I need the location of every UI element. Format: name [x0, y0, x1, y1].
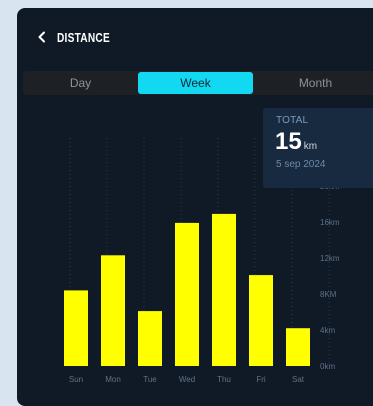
x-tick-label: Fri	[256, 375, 266, 384]
bar-thu[interactable]	[212, 213, 236, 366]
x-tick-label: Sat	[292, 375, 305, 384]
bar-fri[interactable]	[249, 275, 273, 366]
bar-sun[interactable]	[64, 290, 88, 366]
total-number: 15	[275, 128, 302, 155]
total-value: 15 km	[275, 128, 317, 156]
distance-bar-chart: SunMonTueWedThuFriSat0km4km8KM12km16km20…	[64, 138, 340, 384]
total-summary: TOTAL 15 km 5 sep 2024	[263, 108, 373, 188]
bar-sat[interactable]	[286, 328, 310, 366]
x-tick-label: Wed	[179, 375, 195, 384]
y-tick-label: 16km	[320, 218, 340, 227]
y-tick-label: 0km	[320, 362, 335, 371]
bar-wed[interactable]	[175, 222, 199, 366]
x-tick-label: Sun	[69, 375, 83, 384]
y-tick-label: 4km	[320, 326, 335, 335]
y-tick-label: 12km	[320, 254, 340, 263]
x-tick-label: Tue	[143, 375, 157, 384]
total-unit: km	[303, 141, 318, 152]
bar-mon[interactable]	[101, 255, 125, 366]
total-label: TOTAL	[276, 115, 309, 126]
x-tick-label: Thu	[217, 375, 231, 384]
distance-card: DISTANCE Day Week Month Sun Mon Tue Wed Thu F…	[17, 8, 373, 406]
y-tick-label: 8KM	[320, 290, 337, 299]
bar-tue[interactable]	[138, 311, 162, 366]
x-tick-label: Mon	[105, 375, 121, 384]
total-date: 5 sep 2024	[276, 159, 326, 170]
